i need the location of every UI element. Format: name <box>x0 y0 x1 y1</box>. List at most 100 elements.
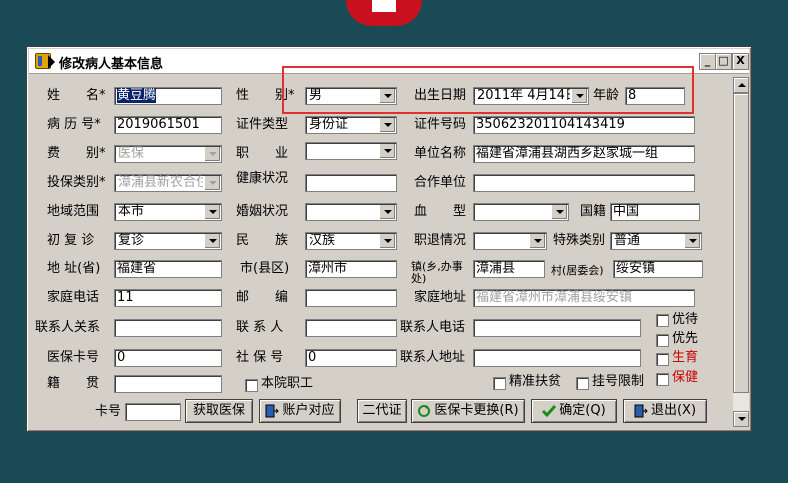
birth-date-picker[interactable]: 2011年 4月14日 <box>473 87 589 105</box>
scroll-down-button[interactable] <box>733 411 749 427</box>
region-select[interactable]: 本市 <box>114 203 222 221</box>
social-no-label: 社 保 号 <box>236 350 284 365</box>
home-addr-field[interactable]: 福建省漳州市漳浦县绥安镇 <box>473 289 695 307</box>
contact-addr-field[interactable] <box>473 349 641 367</box>
ethnic-select[interactable]: 汉族 <box>305 232 397 250</box>
age-field[interactable]: 8 <box>625 87 685 105</box>
staff-label: 本院职工 <box>261 376 314 391</box>
visit-select[interactable]: 复诊 <box>114 232 222 250</box>
ok-label: 确定(Q) <box>559 403 606 418</box>
vertical-scrollbar[interactable] <box>733 77 749 427</box>
fee-type-label: 费 别* <box>47 146 106 161</box>
marital-select[interactable] <box>305 203 397 221</box>
gender-label: 性 别* <box>236 88 295 103</box>
region-label: 地域范围 <box>47 204 100 219</box>
nationality-field[interactable]: 中国 <box>610 203 700 221</box>
first-label: 优先 <box>672 331 699 346</box>
name-field[interactable]: 黄豆腾 <box>114 87 222 105</box>
chevron-down-icon[interactable] <box>551 205 567 219</box>
contact-rel-field[interactable] <box>114 319 222 337</box>
get-insure-button[interactable]: 获取医保 <box>185 399 253 423</box>
staff-checkbox[interactable] <box>245 379 258 392</box>
birth-care-label: 生育 <box>672 350 699 365</box>
special-select[interactable]: 普通 <box>610 232 702 250</box>
home-phone-field[interactable]: 11 <box>114 289 222 307</box>
patient-info-dialog: 修改病人基本信息 _ □ X 姓 名* 黄豆腾 性 别* 男 出生日期 2011… <box>26 46 752 432</box>
birth-care-checkbox[interactable] <box>656 353 669 366</box>
account-button[interactable]: 账户对应 <box>259 399 341 423</box>
record-no-field[interactable]: 2019061501 <box>114 116 222 134</box>
chevron-down-icon[interactable] <box>379 234 395 248</box>
postcode-field[interactable] <box>305 289 397 307</box>
city-field[interactable]: 漳州市 <box>305 260 397 278</box>
gender-select[interactable]: 男 <box>305 87 397 105</box>
card-change-button[interactable]: 医保卡更换(R) <box>411 399 525 423</box>
native-field[interactable] <box>114 375 222 393</box>
special-label: 特殊类别 <box>553 233 606 248</box>
chevron-down-icon[interactable] <box>684 234 700 248</box>
birth-label: 出生日期 <box>414 88 467 103</box>
postcode-label: 邮 编 <box>236 290 289 305</box>
town-field[interactable]: 漳浦县 <box>473 260 545 278</box>
province-field[interactable]: 福建省 <box>114 260 222 278</box>
logo-decoration <box>346 0 422 26</box>
id-type-select[interactable]: 身份证 <box>305 116 397 134</box>
chevron-down-icon[interactable] <box>529 234 545 248</box>
id-no-label: 证件号码 <box>414 117 467 132</box>
card-no-field[interactable] <box>125 403 181 421</box>
get-insure-label: 获取医保 <box>192 403 245 418</box>
retire-label: 职退情况 <box>414 233 467 248</box>
chevron-down-icon[interactable] <box>204 234 220 248</box>
minimize-button[interactable]: _ <box>699 53 716 70</box>
mouse-cursor-icon <box>48 55 55 69</box>
chevron-down-icon[interactable] <box>204 176 220 190</box>
maximize-button[interactable]: □ <box>715 53 732 70</box>
exit-button[interactable]: 退出(X) <box>623 399 707 423</box>
blood-select[interactable] <box>473 203 569 221</box>
visit-label: 初 复 诊 <box>47 233 95 248</box>
title-bar[interactable]: 修改病人基本信息 _ □ X <box>29 49 749 74</box>
health-care-checkbox[interactable] <box>656 373 669 386</box>
contact-addr-label: 联系人地址 <box>400 350 466 365</box>
employer-field[interactable]: 福建省漳浦县湖西乡赵家城一组 <box>473 145 695 163</box>
health-label: 健康状况 <box>236 171 289 186</box>
province-label: 地 址(省) <box>47 261 101 276</box>
door-exit-icon <box>265 404 280 417</box>
scroll-up-button[interactable] <box>733 77 749 93</box>
second-id-label: 二代证 <box>362 403 402 418</box>
retire-select[interactable] <box>473 232 547 250</box>
chevron-down-icon[interactable] <box>204 147 220 161</box>
precise-label: 精准扶贫 <box>509 374 562 389</box>
town-label: 镇(乡,办事处) <box>411 260 463 285</box>
first-checkbox[interactable] <box>656 334 669 347</box>
village-label: 村(居委会) <box>551 264 604 277</box>
chevron-down-icon[interactable] <box>204 205 220 219</box>
job-select[interactable] <box>305 142 397 160</box>
chevron-down-icon[interactable] <box>379 89 395 103</box>
second-id-button[interactable]: 二代证 <box>357 399 407 423</box>
close-button[interactable]: X <box>732 53 749 70</box>
precise-checkbox[interactable] <box>493 377 506 390</box>
village-field[interactable]: 绥安镇 <box>613 260 703 278</box>
chevron-down-icon[interactable] <box>571 89 587 103</box>
contact-phone-field[interactable] <box>473 319 641 337</box>
reg-limit-checkbox[interactable] <box>576 377 589 390</box>
chevron-down-icon[interactable] <box>379 205 395 219</box>
insure-type-select[interactable]: 漳浦县新农合住院 <box>114 174 222 192</box>
priority-checkbox[interactable] <box>656 314 669 327</box>
chevron-down-icon[interactable] <box>379 118 395 132</box>
blood-label: 血 型 <box>414 204 467 219</box>
insure-card-field[interactable]: 0 <box>114 349 222 367</box>
coop-field[interactable] <box>473 174 695 192</box>
social-no-field[interactable]: 0 <box>305 349 397 367</box>
chevron-down-icon[interactable] <box>379 144 395 158</box>
home-phone-label: 家庭电话 <box>47 290 100 305</box>
contact-field[interactable] <box>305 319 397 337</box>
ok-button[interactable]: 确定(Q) <box>531 399 617 423</box>
coop-label: 合作单位 <box>414 175 467 190</box>
id-no-field[interactable]: 350623201104143419 <box>473 116 695 134</box>
fee-type-select[interactable]: 医保 <box>114 145 222 163</box>
scroll-thumb[interactable] <box>733 93 749 393</box>
exit-label: 退出(X) <box>650 403 697 418</box>
health-field[interactable] <box>305 174 397 192</box>
